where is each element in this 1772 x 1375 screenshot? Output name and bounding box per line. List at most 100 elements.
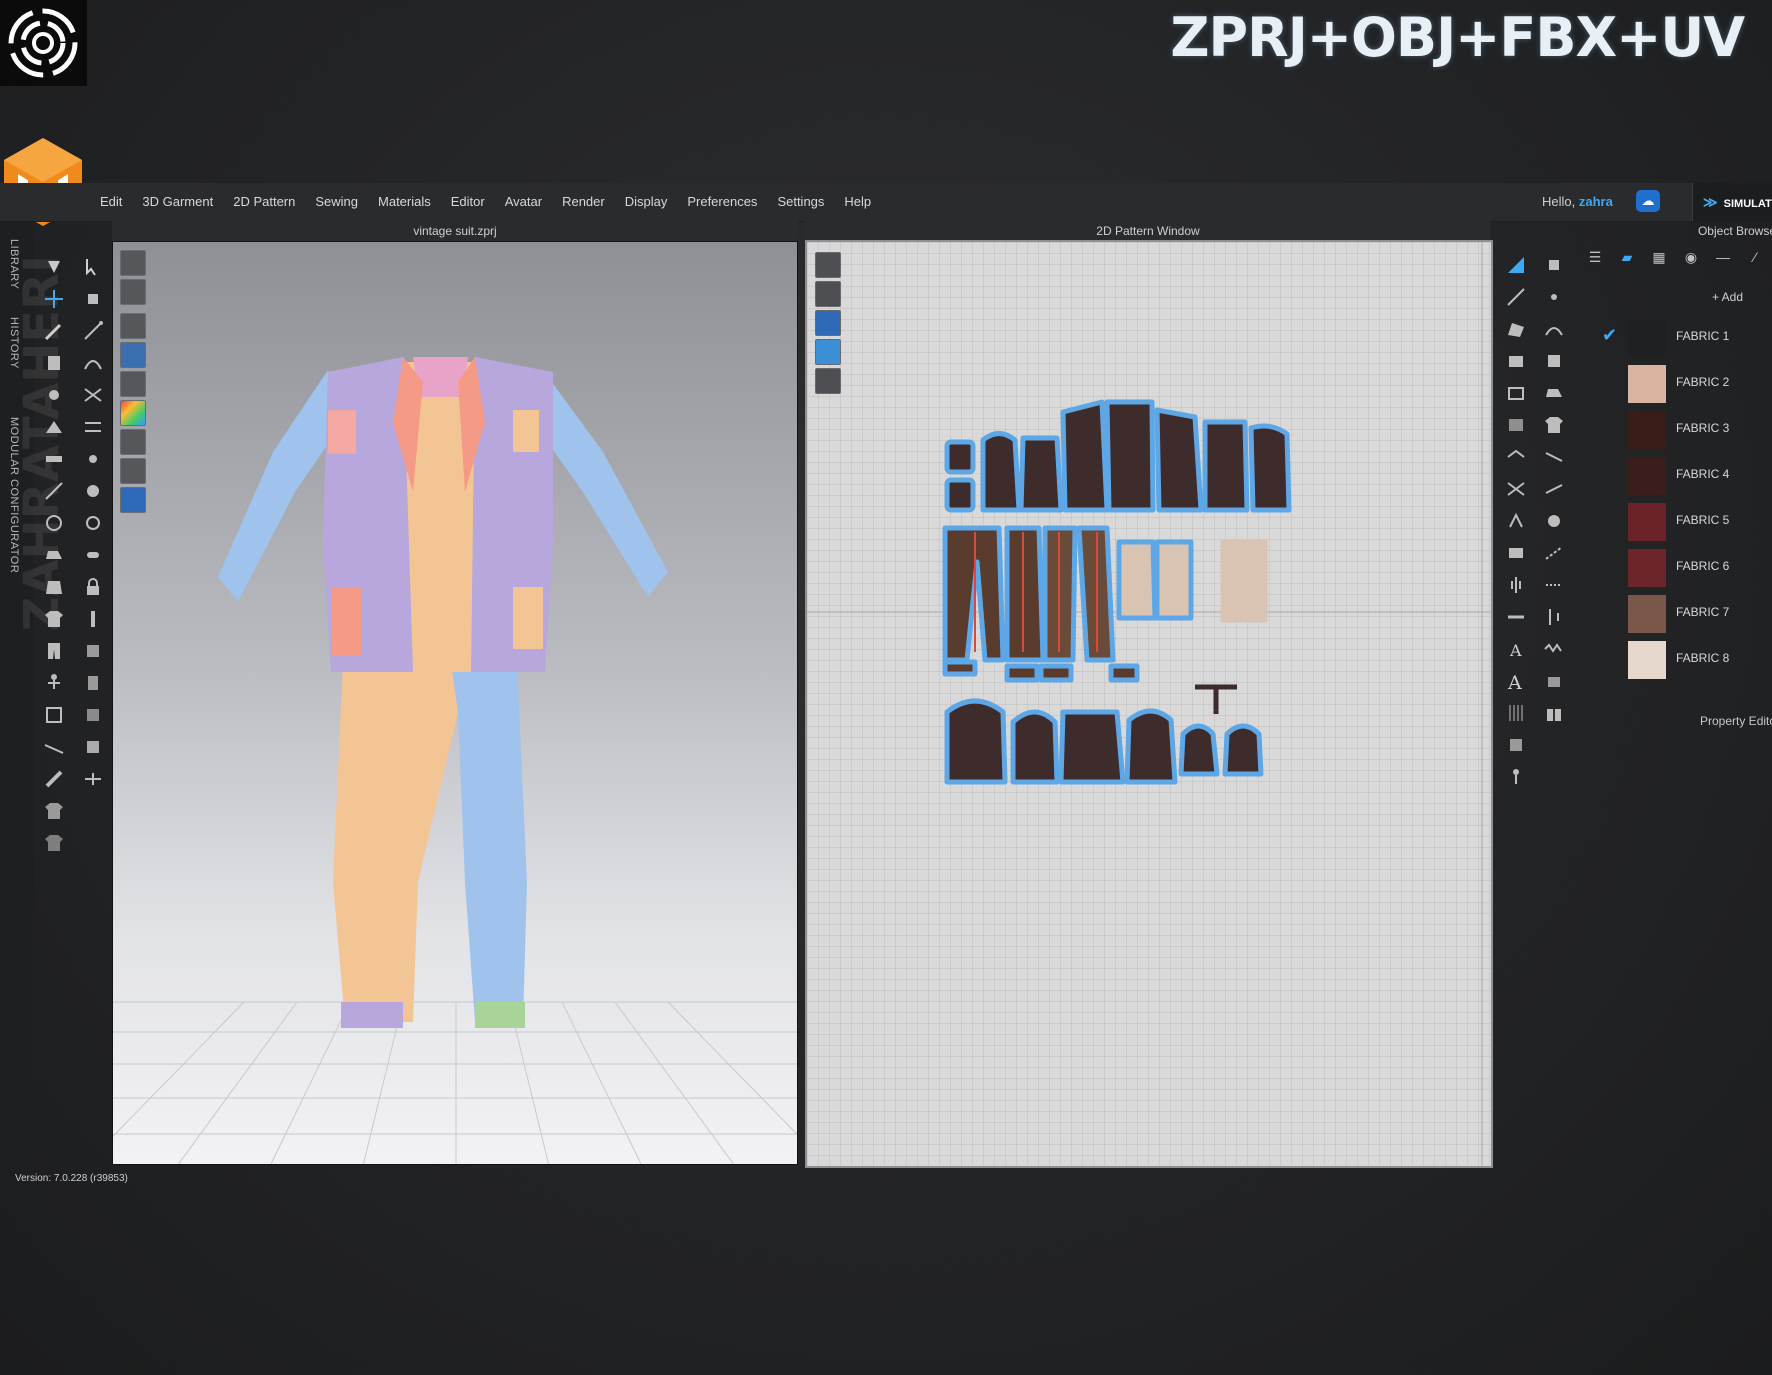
view-avatar-icon[interactable]: [120, 313, 146, 339]
trace-icon[interactable]: [1502, 443, 1530, 471]
menu-3d-garment[interactable]: 3D Garment: [132, 183, 223, 221]
shrink-icon[interactable]: [79, 765, 107, 793]
fabric-tab-icon[interactable]: ▰: [1618, 249, 1636, 265]
pattern-shirt-icon[interactable]: [815, 281, 841, 307]
view-head-icon[interactable]: [120, 458, 146, 484]
arrangement-icon[interactable]: [40, 701, 68, 729]
gift-icon[interactable]: [1540, 699, 1568, 727]
view-texture-icon[interactable]: [120, 342, 146, 368]
button-tab-icon[interactable]: ◉: [1682, 249, 1700, 265]
simulate-button[interactable]: ≫ SIMULATE: [1692, 183, 1772, 221]
sewing-segment-icon[interactable]: [1540, 443, 1568, 471]
view-globe-icon[interactable]: [120, 487, 146, 513]
pucker-icon[interactable]: [79, 669, 107, 697]
pants-icon[interactable]: [40, 637, 68, 665]
lock-icon[interactable]: [79, 573, 107, 601]
menu-sewing[interactable]: Sewing: [305, 183, 368, 221]
cloud-icon[interactable]: ☁: [1636, 190, 1660, 212]
rectangle-icon[interactable]: [1502, 347, 1530, 375]
pattern-texture-icon[interactable]: [815, 339, 841, 365]
grid-icon[interactable]: [1502, 411, 1530, 439]
menu-2d-pattern[interactable]: 2D Pattern: [223, 183, 305, 221]
segment-sewing-icon[interactable]: [79, 381, 107, 409]
menu-display[interactable]: Display: [615, 183, 678, 221]
annotation-size-icon[interactable]: A: [1502, 667, 1530, 695]
free-sewing-icon[interactable]: [79, 413, 107, 441]
fabric-item-7[interactable]: FABRIC 7: [1580, 593, 1772, 633]
shirt-pattern-icon[interactable]: [1540, 411, 1568, 439]
add-fabric-button[interactable]: + Add: [1712, 287, 1762, 307]
point-icon[interactable]: [1540, 283, 1568, 311]
figure-icon[interactable]: [1502, 763, 1530, 791]
seam-allowance-icon[interactable]: [1502, 571, 1530, 599]
fabric-item-1[interactable]: ✔ FABRIC 1: [1580, 317, 1772, 357]
symmetry-icon[interactable]: [1502, 539, 1530, 567]
button-tool-icon[interactable]: [79, 477, 107, 505]
button-pattern-icon[interactable]: [1540, 507, 1568, 535]
dart-icon[interactable]: [1502, 507, 1530, 535]
needle-tab-icon[interactable]: ∕: [1746, 249, 1764, 265]
line-tool-icon[interactable]: [40, 733, 68, 761]
transform-pattern-icon[interactable]: [79, 285, 107, 313]
fold-tool-icon[interactable]: [40, 413, 68, 441]
fabric-item-2[interactable]: FABRIC 2: [1580, 363, 1772, 403]
steam-tool-icon[interactable]: [40, 509, 68, 537]
button-select-icon[interactable]: [79, 509, 107, 537]
tshirt-icon[interactable]: [40, 797, 68, 825]
edit-pattern-icon[interactable]: [1502, 283, 1530, 311]
menu-settings[interactable]: Settings: [767, 183, 834, 221]
3d-garment-viewport[interactable]: [112, 241, 798, 1165]
sewing-free-icon[interactable]: [1540, 475, 1568, 503]
menu-editor[interactable]: Editor: [441, 183, 495, 221]
tape-tool-icon[interactable]: [40, 445, 68, 473]
view-color-icon[interactable]: [120, 400, 146, 426]
menu-edit[interactable]: Edit: [90, 183, 132, 221]
iron-icon[interactable]: [1540, 379, 1568, 407]
annotation-icon[interactable]: A: [1502, 635, 1530, 663]
2d-pattern-window[interactable]: [805, 240, 1493, 1168]
transform-icon[interactable]: [1540, 251, 1568, 279]
brush-tool-icon[interactable]: [40, 765, 68, 793]
polygon-icon[interactable]: [1502, 315, 1530, 343]
pin-tool-icon[interactable]: [40, 381, 68, 409]
select-move-icon[interactable]: [79, 253, 107, 281]
measure-2d-icon[interactable]: [1540, 571, 1568, 599]
garment-fit-icon[interactable]: [40, 349, 68, 377]
view-shirt-icon[interactable]: [120, 279, 146, 305]
fabric-item-4[interactable]: FABRIC 4: [1580, 455, 1772, 495]
graphic-2d-icon[interactable]: [1540, 667, 1568, 695]
menu-materials[interactable]: Materials: [368, 183, 441, 221]
fold-arrange-icon[interactable]: [1540, 347, 1568, 375]
texture-icon[interactable]: [79, 701, 107, 729]
internal-polygon-icon[interactable]: [1502, 379, 1530, 407]
checker-icon[interactable]: ▦: [1650, 249, 1668, 265]
info-icon[interactable]: [815, 310, 841, 336]
select-mesh-tool-icon[interactable]: [40, 253, 68, 281]
edit-point-icon[interactable]: [79, 317, 107, 345]
topstitch-tab-icon[interactable]: —: [1714, 249, 1732, 265]
curve-point-icon[interactable]: [1540, 315, 1568, 343]
pattern-lock-icon[interactable]: [815, 368, 841, 394]
iron-tool-icon[interactable]: [40, 541, 68, 569]
list-icon[interactable]: ☰: [1586, 249, 1604, 265]
fabric-item-5[interactable]: FABRIC 5: [1580, 501, 1772, 541]
cut-icon[interactable]: [1502, 475, 1530, 503]
username[interactable]: zahra: [1579, 194, 1613, 209]
pleat-icon[interactable]: [1502, 731, 1530, 759]
pattern-view-icon[interactable]: [815, 252, 841, 278]
view-garment-icon[interactable]: [120, 250, 146, 276]
avatar-pose-icon[interactable]: [40, 669, 68, 697]
topstitch-icon[interactable]: [79, 637, 107, 665]
binding-icon[interactable]: [1502, 603, 1530, 631]
move-tool-icon[interactable]: [40, 285, 68, 313]
view-person-icon[interactable]: [120, 371, 146, 397]
tack-icon[interactable]: [79, 445, 107, 473]
zipper-icon[interactable]: [79, 605, 107, 633]
shirt-icon[interactable]: [40, 605, 68, 633]
zigzag-icon[interactable]: [1540, 635, 1568, 663]
fabric-item-8[interactable]: FABRIC 8: [1580, 639, 1772, 679]
stitch-icon[interactable]: [1540, 539, 1568, 567]
pen-tool-icon[interactable]: [40, 317, 68, 345]
notch-icon[interactable]: [1540, 603, 1568, 631]
ruler-icon[interactable]: [1502, 699, 1530, 727]
